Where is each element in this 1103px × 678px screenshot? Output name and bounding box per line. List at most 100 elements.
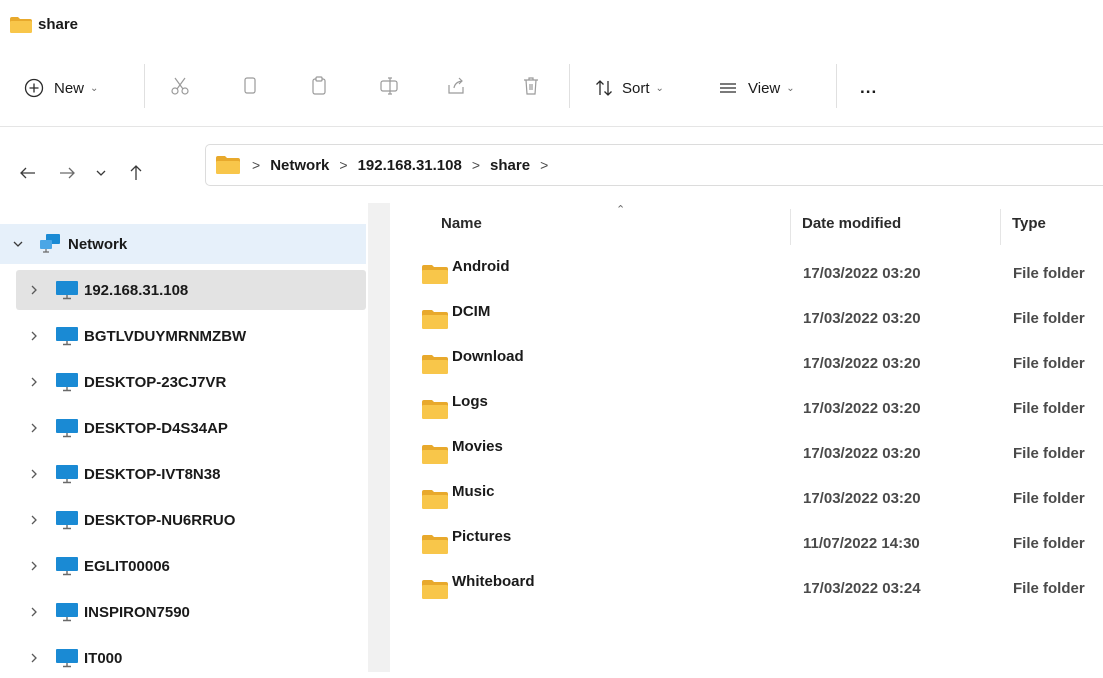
file-row[interactable]: Logs 17/03/2022 03:20 File folder — [420, 390, 1103, 430]
navigation-pane: Network 192.168.31.108 BGTLVDUYMRNMZBW DES… — [0, 203, 368, 672]
sidebar-item-label: DESKTOP-IVT8N38 — [84, 465, 221, 483]
back-button[interactable] — [13, 158, 43, 188]
sidebar-item-label: INSPIRON7590 — [84, 603, 190, 621]
share-button[interactable] — [440, 70, 472, 102]
chevron-right-icon[interactable] — [26, 282, 42, 298]
more-options-button[interactable]: ... — [860, 72, 877, 104]
file-row[interactable]: Music 17/03/2022 03:20 File folder — [420, 480, 1103, 520]
up-button[interactable] — [121, 158, 151, 188]
sidebar-item-network[interactable]: Network — [0, 224, 366, 264]
file-name: Logs — [452, 393, 488, 410]
sidebar-item-computer[interactable]: 192.168.31.108 — [16, 270, 366, 310]
network-icon — [40, 234, 60, 253]
sidebar-item-label: 192.168.31.108 — [84, 281, 189, 299]
new-label: New — [54, 79, 85, 97]
sidebar-item-label: Network — [68, 235, 128, 253]
breadcrumb-separator[interactable]: > — [540, 157, 548, 173]
breadcrumb-host[interactable]: 192.168.31.108 — [358, 157, 462, 174]
file-date-modified: 17/03/2022 03:24 — [803, 580, 921, 597]
folder-icon — [422, 400, 448, 419]
file-type: File folder — [1013, 355, 1085, 372]
chevron-right-icon[interactable] — [26, 604, 42, 620]
chevron-right-icon[interactable] — [26, 650, 42, 666]
file-row[interactable]: Movies 17/03/2022 03:20 File folder — [420, 435, 1103, 475]
title-bar: share — [0, 0, 1103, 48]
chevron-down-icon[interactable] — [10, 236, 26, 252]
paste-button[interactable] — [303, 70, 335, 102]
sidebar-item-computer[interactable]: DESKTOP-D4S34AP — [16, 408, 366, 448]
scrollbar[interactable] — [368, 203, 390, 672]
sort-button[interactable]: Sort ⌄ — [594, 72, 664, 104]
sidebar-item-computer[interactable]: EGLIT00006 — [16, 546, 366, 586]
file-name: Whiteboard — [452, 573, 535, 590]
sidebar-item-computer[interactable]: IT000 — [16, 638, 366, 678]
computer-icon — [56, 281, 78, 300]
file-type: File folder — [1013, 490, 1085, 507]
address-box[interactable]: > Network > 192.168.31.108 > share > — [205, 144, 1103, 186]
file-date-modified: 17/03/2022 03:20 — [803, 265, 921, 282]
breadcrumb-share[interactable]: share — [490, 157, 530, 174]
computer-icon — [56, 603, 78, 622]
cut-button[interactable] — [164, 70, 196, 102]
address-bar-row: > Network > 192.168.31.108 > share > — [0, 127, 1103, 203]
column-divider[interactable] — [1000, 209, 1001, 245]
delete-button[interactable] — [515, 70, 547, 102]
file-row[interactable]: Android 17/03/2022 03:20 File folder — [420, 255, 1103, 295]
folder-icon — [422, 535, 448, 554]
file-row[interactable]: Pictures 11/07/2022 14:30 File folder — [420, 525, 1103, 565]
share-icon — [448, 77, 464, 94]
file-name: DCIM — [452, 303, 491, 320]
chevron-right-icon[interactable] — [26, 374, 42, 390]
folder-icon — [422, 310, 448, 329]
forward-button[interactable] — [52, 158, 82, 188]
chevron-right-icon[interactable] — [26, 512, 42, 528]
computer-icon — [56, 465, 78, 484]
scissors-icon — [171, 77, 189, 95]
copy-button[interactable] — [234, 70, 266, 102]
chevron-down-icon: ⌄ — [655, 82, 664, 94]
chevron-down-icon: ⌄ — [90, 82, 99, 94]
copy-icon — [244, 77, 256, 94]
chevron-right-icon[interactable] — [26, 466, 42, 482]
file-date-modified: 17/03/2022 03:20 — [803, 490, 921, 507]
sidebar-item-computer[interactable]: DESKTOP-IVT8N38 — [16, 454, 366, 494]
sidebar-item-label: EGLIT00006 — [84, 557, 170, 575]
file-date-modified: 17/03/2022 03:20 — [803, 445, 921, 462]
sidebar-item-computer[interactable]: DESKTOP-23CJ7VR — [16, 362, 366, 402]
file-date-modified: 17/03/2022 03:20 — [803, 355, 921, 372]
chevron-right-icon[interactable] — [26, 420, 42, 436]
chevron-right-icon[interactable] — [26, 328, 42, 344]
view-button[interactable]: View ⌄ — [718, 72, 795, 104]
arrow-left-icon — [20, 167, 35, 179]
recent-locations-button[interactable] — [86, 158, 116, 188]
sidebar-item-label: IT000 — [84, 649, 123, 667]
chevron-down-icon — [96, 170, 106, 176]
chevron-right-icon[interactable] — [26, 558, 42, 574]
file-type: File folder — [1013, 580, 1085, 597]
file-type: File folder — [1013, 265, 1085, 282]
folder-icon — [422, 445, 448, 464]
sidebar-item-computer[interactable]: DESKTOP-NU6RRUO — [16, 500, 366, 540]
breadcrumb-separator: > — [252, 157, 261, 173]
file-row[interactable]: Download 17/03/2022 03:20 File folder — [420, 345, 1103, 385]
breadcrumb-network[interactable]: Network — [270, 157, 329, 174]
sidebar-item-computer[interactable]: INSPIRON7590 — [16, 592, 366, 632]
file-name: Pictures — [452, 528, 512, 545]
new-button[interactable]: New ⌄ — [24, 72, 98, 104]
arrow-up-icon — [130, 165, 142, 180]
folder-icon — [422, 265, 448, 284]
file-row[interactable]: Whiteboard 17/03/2022 03:24 File folder — [420, 570, 1103, 610]
column-divider[interactable] — [790, 209, 791, 245]
folder-icon — [422, 355, 448, 374]
file-row[interactable]: DCIM 17/03/2022 03:20 File folder — [420, 300, 1103, 340]
folder-icon — [422, 580, 448, 599]
clipboard-icon — [312, 76, 326, 95]
file-type: File folder — [1013, 535, 1085, 552]
sidebar-item-computer[interactable]: BGTLVDUYMRNMZBW — [16, 316, 366, 356]
rename-button[interactable] — [373, 70, 405, 102]
column-header-date-modified[interactable]: Date modified — [802, 215, 901, 232]
file-name: Android — [452, 258, 510, 275]
column-header-type[interactable]: Type — [1012, 215, 1046, 232]
view-label: View — [748, 79, 781, 97]
column-header-name[interactable]: Name — [441, 215, 482, 232]
